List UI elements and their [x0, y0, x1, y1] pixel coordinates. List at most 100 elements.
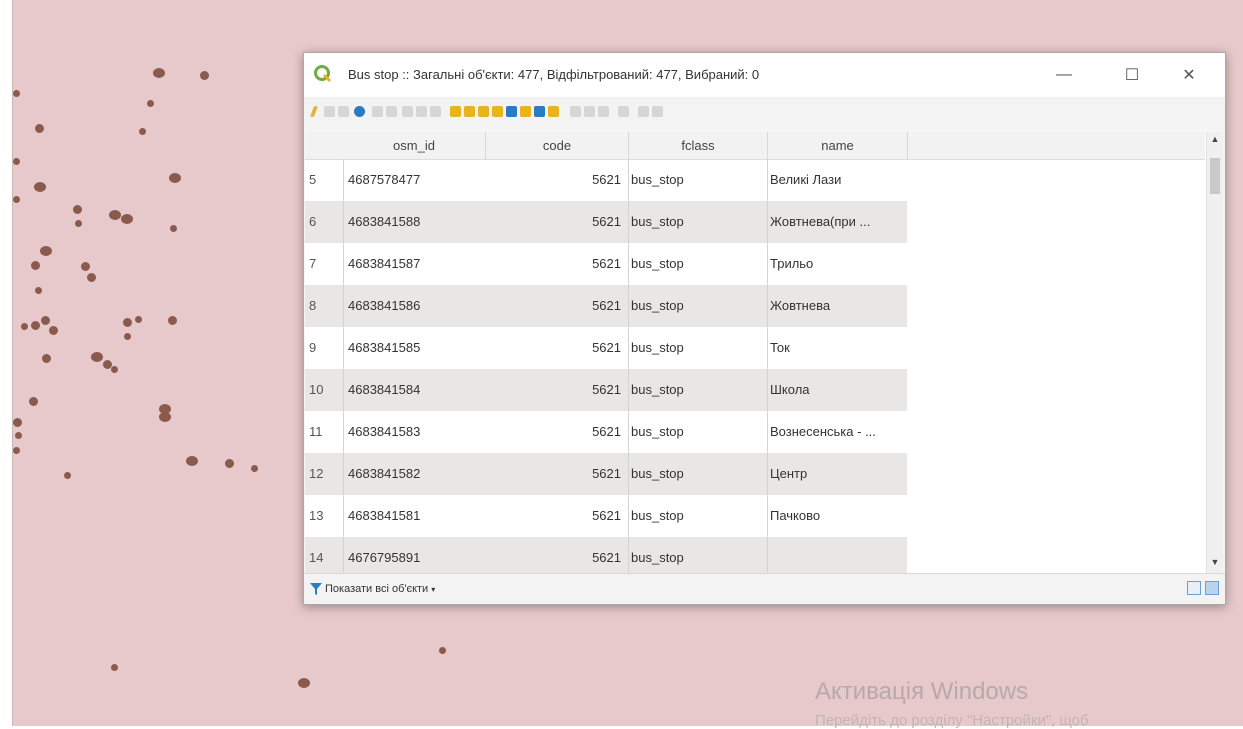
paste-icon[interactable] — [430, 106, 441, 117]
cell-osm-id[interactable]: 4683841582 — [343, 453, 488, 495]
cell-osm-id[interactable]: 4683841581 — [343, 495, 488, 537]
cell-code[interactable]: 5621 — [485, 159, 625, 201]
cell-code[interactable]: 5621 — [485, 537, 625, 573]
row-number: 11 — [309, 424, 323, 439]
cell-fclass[interactable]: bus_stop — [628, 159, 768, 201]
table-row[interactable]: 9 4683841585 5621 bus_stop Ток — [305, 327, 907, 369]
cell-fclass[interactable]: bus_stop — [628, 201, 768, 243]
delete-field-icon[interactable] — [584, 106, 595, 117]
cut-icon[interactable] — [402, 106, 413, 117]
table-row[interactable]: 8 4683841586 5621 bus_stop Жовтнева — [305, 285, 907, 327]
cell-osm-id[interactable]: 4683841587 — [343, 243, 488, 285]
cell-code[interactable]: 5621 — [485, 369, 625, 411]
cell-code[interactable]: 5621 — [485, 327, 625, 369]
scrollbar-thumb[interactable] — [1210, 158, 1220, 194]
cell-name[interactable]: Жовтнева — [767, 285, 910, 327]
cell-name[interactable]: Великі Лази — [767, 159, 910, 201]
table-row[interactable]: 5 4687578477 5621 bus_stop Великі Лази — [305, 159, 907, 201]
scroll-down-icon[interactable]: ▼ — [1207, 557, 1223, 571]
table-row[interactable]: 6 4683841588 5621 bus_stop Жовтнева(при … — [305, 201, 907, 243]
multi-edit-icon[interactable] — [324, 106, 335, 117]
map-point — [139, 128, 146, 135]
window-title: Bus stop :: Загальні об'єкти: 477, Відфі… — [348, 67, 760, 82]
cell-name[interactable]: Пачково — [767, 495, 910, 537]
funnel-icon — [310, 582, 322, 595]
close-button[interactable]: ✕ — [1166, 59, 1212, 91]
dock-table-icon[interactable] — [638, 106, 649, 117]
scroll-up-icon[interactable]: ▲ — [1207, 134, 1223, 148]
cell-fclass[interactable]: bus_stop — [628, 369, 768, 411]
filter-icon[interactable] — [506, 106, 517, 117]
column-header-name[interactable]: name — [768, 132, 908, 159]
cell-fclass[interactable]: bus_stop — [628, 285, 768, 327]
cell-code[interactable]: 5621 — [485, 201, 625, 243]
add-feature-icon[interactable] — [372, 106, 383, 117]
attribute-table-window[interactable]: Bus stop :: Загальні об'єкти: 477, Відфі… — [303, 52, 1226, 605]
cell-name[interactable]: Жовтнева(при ... — [767, 201, 910, 243]
cell-name[interactable]: Центр — [767, 453, 910, 495]
cell-name[interactable]: Трильо — [767, 243, 910, 285]
cell-fclass[interactable]: bus_stop — [628, 495, 768, 537]
cell-fclass[interactable]: bus_stop — [628, 327, 768, 369]
form-view-icon[interactable] — [1187, 581, 1201, 595]
show-all-features-button[interactable]: Показати всі об'єкти ▾ — [310, 580, 435, 598]
new-field-icon[interactable] — [570, 106, 581, 117]
cell-osm-id[interactable]: 4683841584 — [343, 369, 488, 411]
table-row[interactable]: 10 4683841584 5621 bus_stop Школа — [305, 369, 907, 411]
table-row[interactable]: 13 4683841581 5621 bus_stop Пачково — [305, 495, 907, 537]
table-row[interactable]: 7 4683841587 5621 bus_stop Трильо — [305, 243, 907, 285]
pan-to-selection-icon[interactable] — [534, 106, 545, 117]
cell-fclass[interactable]: bus_stop — [628, 243, 768, 285]
cell-fclass[interactable]: bus_stop — [628, 537, 768, 573]
invert-selection-icon[interactable] — [478, 106, 489, 117]
cell-name[interactable]: Школа — [767, 369, 910, 411]
map-point — [34, 182, 46, 192]
actions-icon[interactable] — [652, 106, 663, 117]
cell-osm-id[interactable]: 4683841586 — [343, 285, 488, 327]
toggle-editing-icon[interactable] — [309, 106, 319, 117]
field-calculator-icon[interactable] — [598, 106, 609, 117]
table-row[interactable]: 14 4676795891 5621 bus_stop — [305, 537, 907, 573]
table-row[interactable]: 12 4683841582 5621 bus_stop Центр — [305, 453, 907, 495]
conditional-format-icon[interactable] — [618, 106, 629, 117]
copy-icon[interactable] — [416, 106, 427, 117]
cell-code[interactable]: 5621 — [485, 285, 625, 327]
select-all-icon[interactable] — [464, 106, 475, 117]
save-edits-icon[interactable] — [338, 106, 349, 117]
zoom-to-selection-icon[interactable] — [548, 106, 559, 117]
cell-code[interactable]: 5621 — [485, 243, 625, 285]
map-point — [168, 316, 177, 325]
cell-name[interactable]: Ток — [767, 327, 910, 369]
delete-feature-icon[interactable] — [386, 106, 397, 117]
window-titlebar[interactable]: Bus stop :: Загальні об'єкти: 477, Відфі… — [304, 53, 1225, 97]
deselect-all-icon[interactable] — [492, 106, 503, 117]
cell-osm-id[interactable]: 4683841585 — [343, 327, 488, 369]
column-header-osm-id[interactable]: osm_id — [343, 132, 486, 159]
cell-code[interactable]: 5621 — [485, 411, 625, 453]
select-by-expression-icon[interactable] — [450, 106, 461, 117]
maximize-button[interactable]: ☐ — [1109, 59, 1155, 91]
map-point — [40, 246, 52, 256]
column-header-fclass[interactable]: fclass — [629, 132, 768, 159]
map-point — [147, 100, 154, 107]
move-selection-top-icon[interactable] — [520, 106, 531, 117]
vertical-scrollbar[interactable]: ▲ ▼ — [1206, 132, 1223, 573]
table-view-icon[interactable] — [1205, 581, 1219, 595]
cell-fclass[interactable]: bus_stop — [628, 411, 768, 453]
row-number: 9 — [309, 340, 317, 355]
map-point — [298, 678, 310, 688]
cell-osm-id[interactable]: 4687578477 — [343, 159, 488, 201]
cell-code[interactable]: 5621 — [485, 495, 625, 537]
cell-name[interactable]: Вознесенська - ... — [767, 411, 910, 453]
column-header-code[interactable]: code — [486, 132, 629, 159]
cell-osm-id[interactable]: 4683841588 — [343, 201, 488, 243]
cell-code[interactable]: 5621 — [485, 453, 625, 495]
cell-osm-id[interactable]: 4676795891 — [343, 537, 488, 573]
table-row[interactable]: 11 4683841583 5621 bus_stop Вознесенська… — [305, 411, 907, 453]
reload-icon[interactable] — [354, 106, 365, 117]
attribute-table[interactable]: osm_id code fclass name 5 4687578477 562… — [305, 132, 1223, 573]
cell-osm-id[interactable]: 4683841583 — [343, 411, 488, 453]
cell-fclass[interactable]: bus_stop — [628, 453, 768, 495]
minimize-button[interactable]: — — [1041, 59, 1087, 91]
cell-name[interactable] — [767, 537, 910, 573]
